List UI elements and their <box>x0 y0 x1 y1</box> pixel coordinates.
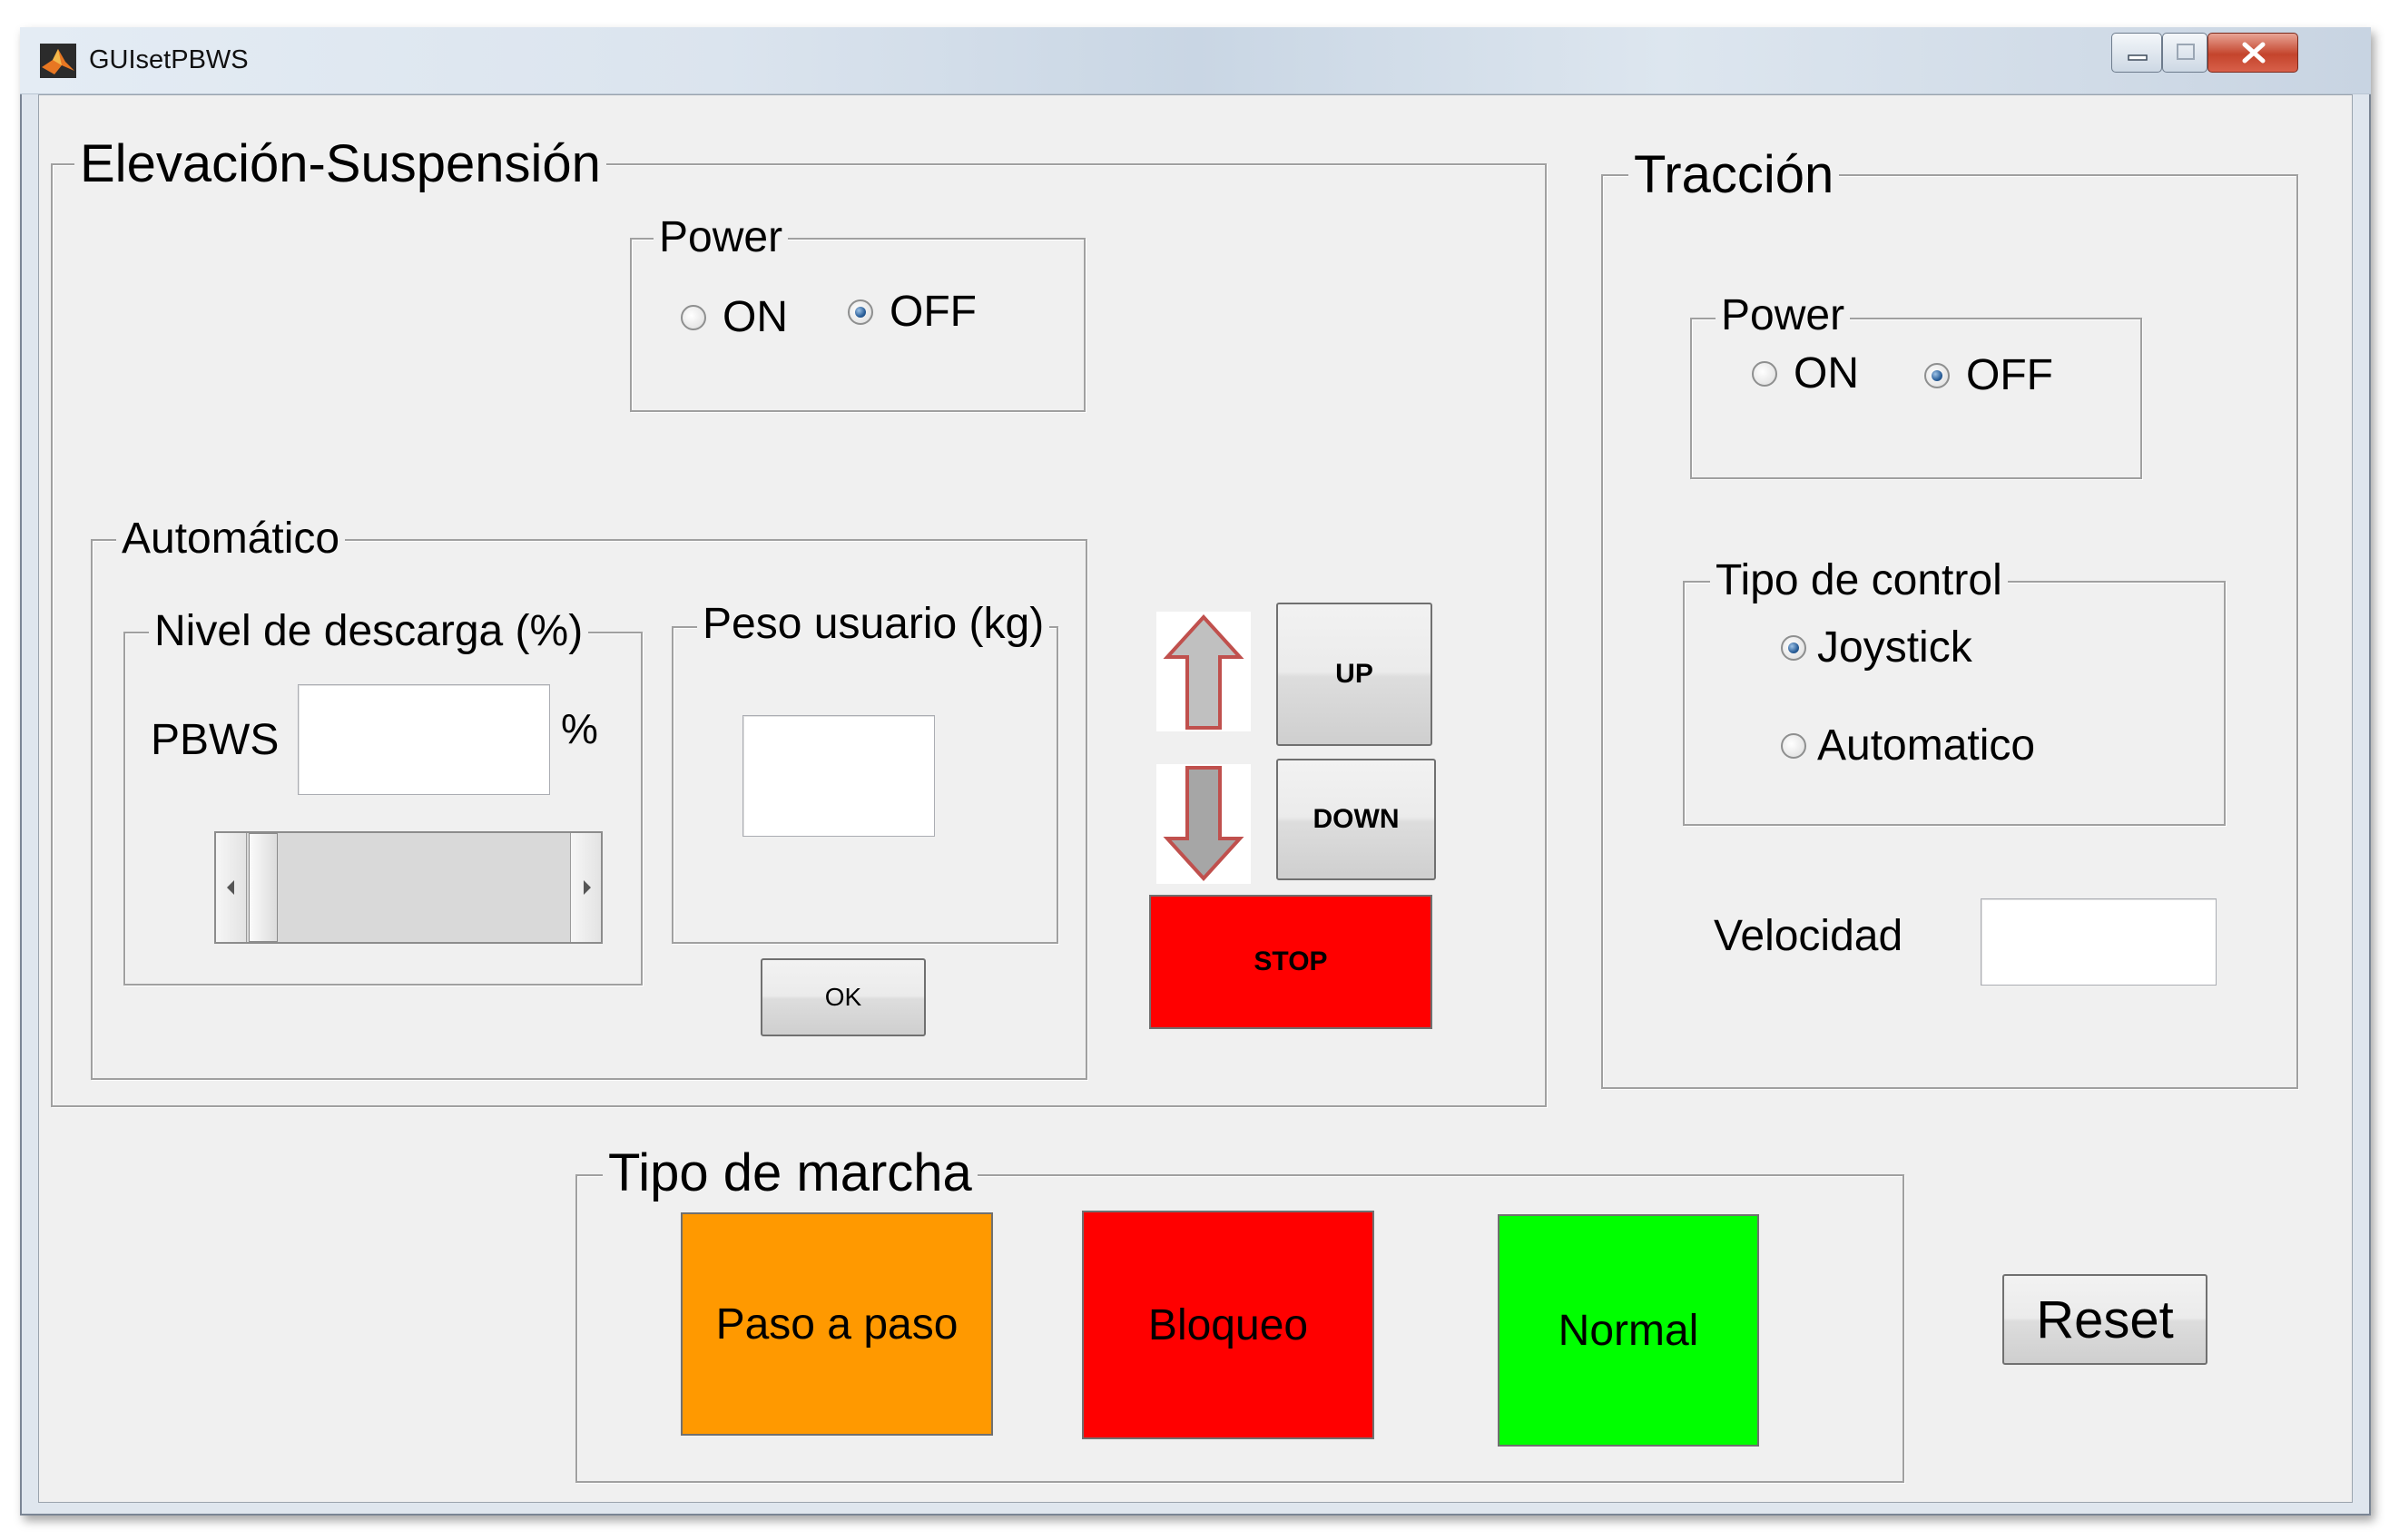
peso-usuario-input[interactable] <box>742 715 935 837</box>
minimize-button[interactable] <box>2111 33 2162 73</box>
arrow-down-icon <box>1163 766 1244 881</box>
radio-button[interactable] <box>1752 361 1777 387</box>
maximize-button[interactable] <box>2162 33 2207 73</box>
slider-thumb[interactable] <box>249 833 278 942</box>
tipo-control-group <box>1683 581 2226 826</box>
minimize-icon <box>2128 54 2148 61</box>
close-button[interactable] <box>2207 33 2298 73</box>
radio-label: ON <box>1794 349 1859 397</box>
title-bar[interactable] <box>20 27 2371 94</box>
normal-button[interactable]: Normal <box>1498 1214 1759 1447</box>
close-icon <box>2242 42 2266 64</box>
peso-usuario-title: Peso usuario (kg) <box>697 603 1050 646</box>
chevron-left-icon <box>227 880 234 895</box>
slider-left-arrow-button[interactable] <box>216 833 247 942</box>
elevacion-power-title: Power <box>654 216 789 260</box>
stop-button[interactable]: STOP <box>1149 895 1432 1029</box>
slider-right-arrow-button[interactable] <box>570 833 601 942</box>
panel-elevacion-title: Elevación-Suspensión <box>74 138 606 191</box>
tipo-control-title: Tipo de control <box>1710 559 2008 603</box>
reset-button[interactable]: Reset <box>2002 1274 2207 1365</box>
down-arrow-panel <box>1156 764 1251 884</box>
paso-a-paso-button[interactable]: Paso a paso <box>681 1212 993 1436</box>
pbws-label: PBWS <box>151 716 280 764</box>
up-arrow-panel <box>1156 612 1251 731</box>
velocidad-label: Velocidad <box>1714 912 1903 960</box>
radio-label: OFF <box>890 288 977 336</box>
radio-button-selected[interactable] <box>848 299 873 325</box>
velocidad-input[interactable] <box>1981 898 2217 986</box>
radio-label: OFF <box>1966 351 2053 399</box>
radio-button-selected[interactable] <box>1781 635 1806 661</box>
radio-button[interactable] <box>1781 733 1806 759</box>
automatico-title: Automático <box>116 517 346 561</box>
chevron-right-icon <box>584 880 591 895</box>
arrow-up-icon <box>1163 614 1244 730</box>
up-button[interactable]: UP <box>1276 603 1432 746</box>
tipo-marcha-title: Tipo de marcha <box>603 1147 978 1200</box>
panel-traccion-title: Tracción <box>1628 149 1840 201</box>
traccion-power-group <box>1690 318 2142 479</box>
bloqueo-button[interactable]: Bloqueo <box>1082 1211 1374 1439</box>
radio-label: ON <box>723 293 788 341</box>
down-button[interactable]: DOWN <box>1276 759 1436 880</box>
radio-label: Automatico <box>1817 721 2036 770</box>
window-title: GUIsetPBWS <box>89 45 249 74</box>
nivel-descarga-slider[interactable] <box>214 831 603 944</box>
radio-button[interactable] <box>681 305 706 330</box>
nivel-descarga-title: Nivel de descarga (%) <box>149 610 589 653</box>
matlab-logo-icon <box>40 44 76 78</box>
maximize-icon <box>2177 44 2195 60</box>
radio-label: Joystick <box>1817 623 1972 672</box>
percent-unit-label: % <box>561 705 598 752</box>
radio-button-selected[interactable] <box>1924 363 1950 388</box>
ok-button[interactable]: OK <box>761 958 926 1036</box>
traccion-power-title: Power <box>1716 294 1851 338</box>
pbws-input[interactable] <box>298 684 550 795</box>
